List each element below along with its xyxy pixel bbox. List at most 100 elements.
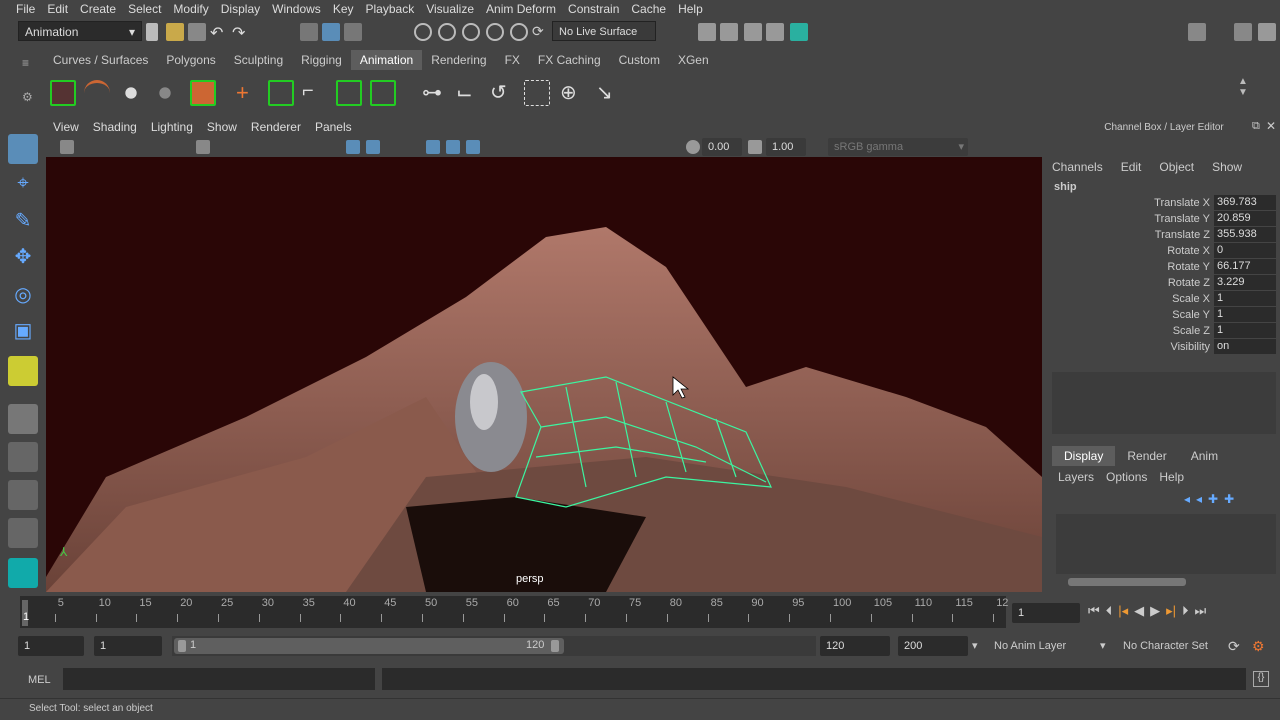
shelf-tab-curves-surfaces[interactable]: Curves / Surfaces (44, 50, 157, 70)
shadows-icon[interactable] (466, 140, 480, 154)
range-end-handle[interactable] (551, 640, 559, 652)
select-object-icon[interactable] (322, 23, 340, 41)
select-component-icon[interactable] (344, 23, 362, 41)
range-slider[interactable]: 1 120 (174, 638, 564, 654)
go-to-end-icon[interactable]: ⏭ (1195, 603, 1207, 619)
snap-surface-icon[interactable] (510, 23, 528, 41)
shelf-tab-sculpting[interactable]: Sculpting (225, 50, 292, 70)
menu-visualize[interactable]: Visualize (420, 0, 480, 18)
auto-key-icon[interactable]: ⟳ (1228, 638, 1240, 655)
grid-icon[interactable] (196, 140, 210, 154)
channel-row[interactable]: Visibility on (1048, 339, 1276, 355)
ipr-render-icon[interactable] (744, 23, 762, 41)
constraint-aim-icon[interactable]: ⊕ (560, 80, 586, 106)
viewport-menu-renderer[interactable]: Renderer (244, 118, 308, 137)
render-frame-icon[interactable] (720, 23, 738, 41)
toggle-panel-icon[interactable] (1234, 23, 1252, 41)
channel-menu-edit[interactable]: Edit (1121, 160, 1142, 174)
menu-help[interactable]: Help (672, 0, 709, 18)
channel-row[interactable]: Translate Z 355.938 (1048, 227, 1276, 243)
camera-select-icon[interactable] (60, 140, 74, 154)
channel-menu-channels[interactable]: Channels (1052, 160, 1103, 174)
gamma-field[interactable]: 1.00 (766, 138, 806, 156)
constraint-orient-icon[interactable]: ↺ (490, 80, 516, 106)
channel-menu-object[interactable]: Object (1159, 160, 1194, 174)
playback-start-field[interactable]: 1 (94, 636, 162, 656)
constraint-parent-icon[interactable]: ⊶ (422, 80, 448, 106)
menu-key[interactable]: Key (327, 0, 360, 18)
anim-layer-dropdown[interactable]: No Anim Layer (994, 640, 1066, 652)
shelf-tab-xgen[interactable]: XGen (669, 50, 718, 70)
menu-select[interactable]: Select (122, 0, 167, 18)
layer-tab-display[interactable]: Display (1052, 446, 1116, 466)
shelf-tab-animation[interactable]: Animation (350, 50, 423, 70)
set-key-icon[interactable]: + (236, 80, 262, 106)
play-backward-icon[interactable]: ◀ (1134, 603, 1144, 619)
paint-select-tool-icon[interactable]: ✎ (8, 208, 38, 238)
layer-tab-anim[interactable]: Anim (1179, 446, 1230, 466)
viewport-menu-view[interactable]: View (46, 118, 86, 137)
channel-value[interactable]: 66.177 (1214, 259, 1276, 274)
exposure-field[interactable]: 0.00 (702, 138, 742, 156)
menu-windows[interactable]: Windows (266, 0, 327, 18)
joint-icon[interactable]: ⌐ (302, 80, 328, 106)
viewport-menu-lighting[interactable]: Lighting (144, 118, 200, 137)
menu-anim-deform[interactable]: Anim Deform (480, 0, 562, 18)
hypershade-icon[interactable] (790, 23, 808, 41)
end-time-field[interactable]: 200 (898, 636, 968, 656)
save-scene-icon[interactable] (188, 23, 206, 41)
channel-value[interactable]: on (1214, 339, 1276, 354)
chevron-down-icon[interactable]: ▾ (1100, 639, 1106, 652)
chevron-down-icon[interactable]: ▾ (972, 639, 978, 652)
snap-grid-icon[interactable] (414, 23, 432, 41)
channel-row[interactable]: Translate Y 20.859 (1048, 211, 1276, 227)
viewport-menu-shading[interactable]: Shading (86, 118, 144, 137)
snap-view-icon[interactable] (486, 23, 504, 41)
channel-row[interactable]: Scale Y 1 (1048, 307, 1276, 323)
unghost-icon[interactable] (152, 80, 178, 106)
move-tool-icon[interactable]: ✥ (8, 244, 38, 274)
snap-point-icon[interactable] (462, 23, 480, 41)
layer-menu-help[interactable]: Help (1159, 470, 1184, 484)
channel-value[interactable]: 3.229 (1214, 275, 1276, 290)
four-view-layout-icon[interactable] (8, 442, 38, 472)
live-surface-field[interactable]: No Live Surface (552, 21, 656, 41)
shelf-tab-rendering[interactable]: Rendering (422, 50, 495, 70)
animation-prefs-icon[interactable]: ⚙ (1252, 638, 1265, 655)
layer-buttons-icon[interactable]: ◂◂✚✚ (1184, 492, 1240, 506)
smooth-shade-icon[interactable] (366, 140, 380, 154)
uv-tool-icon[interactable] (8, 356, 38, 386)
color-space-dropdown[interactable]: sRGB gamma ▾ (828, 138, 968, 156)
step-back-key-icon[interactable]: |◂ (1118, 603, 1128, 619)
playblast-icon[interactable] (50, 80, 76, 106)
history-icon[interactable]: ⟳ (532, 23, 550, 41)
layer-scrollbar[interactable] (1068, 578, 1186, 586)
channel-value[interactable]: 355.938 (1214, 227, 1276, 242)
shelf-menu-icon[interactable]: ≡ (22, 56, 29, 70)
rotate-tool-icon[interactable]: ◎ (8, 282, 38, 312)
shelf-tab-polygons[interactable]: Polygons (157, 50, 224, 70)
mode-dropdown[interactable]: Animation ▾ (18, 21, 142, 41)
character-set-dropdown[interactable]: No Character Set (1123, 640, 1208, 652)
close-icon[interactable]: ✕ (1266, 119, 1276, 133)
bake-icon[interactable] (190, 80, 216, 106)
channel-value[interactable]: 0 (1214, 243, 1276, 258)
layer-menu-layers[interactable]: Layers (1058, 470, 1094, 484)
menu-cache[interactable]: Cache (625, 0, 672, 18)
select-hierarchy-icon[interactable] (300, 23, 318, 41)
single-perspective-icon[interactable] (8, 404, 38, 434)
command-input[interactable] (63, 668, 375, 690)
menu-file[interactable]: File (10, 0, 41, 18)
shelf-tab-custom[interactable]: Custom (610, 50, 669, 70)
channel-value[interactable]: 369.783 (1214, 195, 1276, 210)
render-view-icon[interactable] (698, 23, 716, 41)
channel-value[interactable]: 1 (1214, 291, 1276, 306)
motion-trail-icon[interactable] (84, 80, 110, 106)
script-editor-icon[interactable]: {} (1253, 671, 1269, 687)
channel-row[interactable]: Rotate Y 66.177 (1048, 259, 1276, 275)
step-forward-icon[interactable]: ⏵ (1182, 603, 1189, 619)
viewport-menu-panels[interactable]: Panels (308, 118, 359, 137)
render-settings-icon[interactable] (766, 23, 784, 41)
channel-value[interactable]: 20.859 (1214, 211, 1276, 226)
channel-value[interactable]: 1 (1214, 307, 1276, 322)
